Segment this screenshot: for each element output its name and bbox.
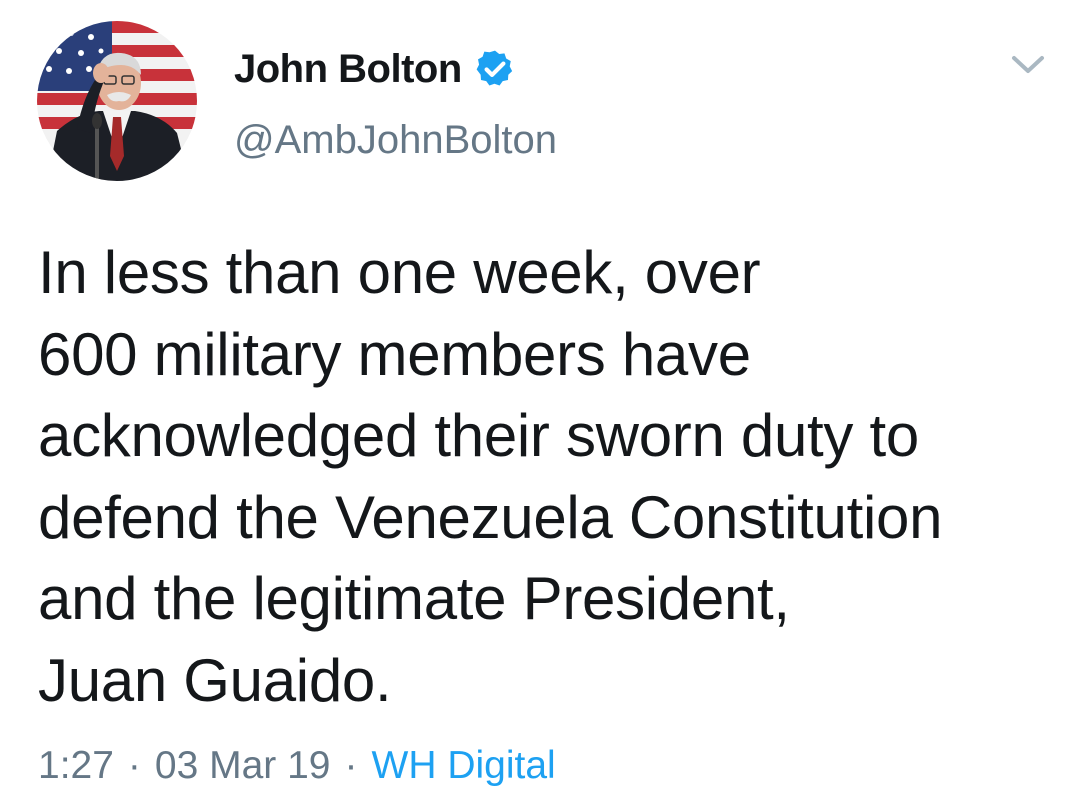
separator: · bbox=[127, 744, 141, 787]
profile-photo-icon bbox=[37, 21, 197, 181]
tweet-metadata: 1:27 · 03 Mar 19 · WH Digital bbox=[38, 744, 556, 788]
author-display-name[interactable]: John Bolton bbox=[234, 47, 462, 92]
tweet-card[interactable]: John Bolton @AmbJohnBolton In less than … bbox=[0, 0, 1080, 808]
tweet-date[interactable]: 03 Mar 19 bbox=[155, 744, 331, 788]
tweet-source-link[interactable]: WH Digital bbox=[372, 744, 556, 788]
separator: · bbox=[344, 744, 358, 787]
tweet-time[interactable]: 1:27 bbox=[38, 744, 114, 788]
author-handle[interactable]: @AmbJohnBolton bbox=[234, 118, 557, 163]
avatar[interactable] bbox=[37, 21, 197, 181]
verified-badge-icon bbox=[474, 48, 516, 90]
tweet-text: In less than one week, over 600 military… bbox=[38, 239, 943, 714]
chevron-down-icon[interactable] bbox=[1010, 52, 1046, 78]
author-name-row: John Bolton bbox=[234, 44, 516, 94]
